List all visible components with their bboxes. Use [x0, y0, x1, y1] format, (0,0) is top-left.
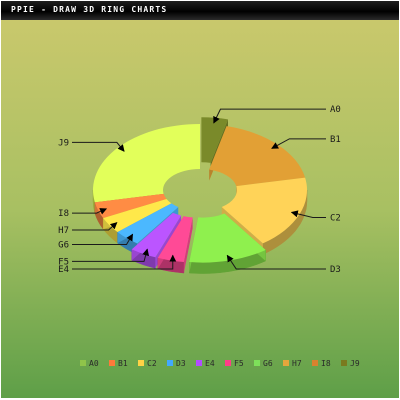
chart-window: A0 B1 C2 D3 E4 F5 G6 H7 I8 J9 A0 B1 C2 D3 E4 F5 G6 H7 I8 J…: [0, 0, 400, 400]
legend-swatch: [341, 360, 347, 366]
legend-label: I8: [321, 359, 331, 368]
legend-label: D3: [176, 359, 186, 368]
legend-swatch: [167, 360, 173, 366]
legend-swatch: [138, 360, 144, 366]
callout-label: A0: [330, 105, 341, 115]
legend-swatch: [80, 360, 86, 366]
legend-label: C2: [147, 359, 157, 368]
legend-label: B1: [118, 359, 128, 368]
legend-label: F5: [234, 359, 244, 368]
legend-label: E4: [205, 359, 215, 368]
legend-label: H7: [292, 359, 302, 368]
callout-label: J9: [58, 138, 69, 148]
legend-swatch: [254, 360, 260, 366]
callout-label: C2: [330, 214, 341, 224]
legend-swatch: [196, 360, 202, 366]
callout-label: D3: [330, 265, 341, 275]
callout-label: I8: [58, 209, 69, 219]
ring-chart: A0B1C2D3E4F5G6H7I8J9 A0 B1 C2 D3 E4 F5 G6 H7 I8 J…: [0, 0, 400, 400]
legend-label: G6: [263, 359, 273, 368]
legend-swatch: [109, 360, 115, 366]
title-bar: PPIE - DRAW 3D RING CHARTS: [1, 1, 399, 20]
callout-label: B1: [330, 135, 341, 145]
legend-swatch: [312, 360, 318, 366]
callout-label: G6: [58, 240, 69, 250]
legend-swatch: [283, 360, 289, 366]
legend-label: J9: [350, 359, 360, 368]
legend-swatch: [225, 360, 231, 366]
callout-label: H7: [58, 226, 69, 236]
legend-label: A0: [89, 359, 99, 368]
chart-title: PPIE - DRAW 3D RING CHARTS: [11, 5, 168, 14]
callout-label: F5: [58, 257, 69, 267]
